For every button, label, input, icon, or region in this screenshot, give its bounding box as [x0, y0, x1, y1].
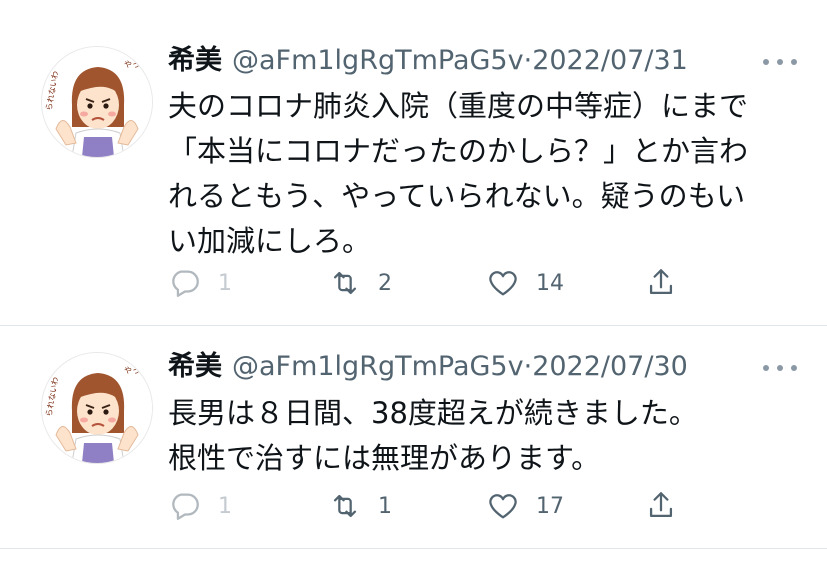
tweet-text-line: い加減にしろ。 [168, 224, 372, 258]
user-handle[interactable]: @aFm1lgRgTmPaG5v [232, 45, 524, 76]
retweet-count: 2 [378, 270, 392, 296]
like-count: 14 [536, 270, 564, 296]
like-button[interactable]: 14 [486, 263, 564, 303]
retweet-arrows-icon [333, 271, 357, 295]
reply-button[interactable]: 1 [168, 486, 232, 526]
user-handle[interactable]: @aFm1lgRgTmPaG5v [232, 351, 524, 382]
separator-dot: · [523, 45, 533, 76]
avatar-illustration: やって られないわ [42, 353, 152, 463]
svg-text:やって: やって [124, 60, 148, 69]
tweet-divider [0, 548, 827, 549]
like-button[interactable]: 17 [486, 486, 564, 526]
avatar-illustration: やって られないわ [42, 47, 152, 157]
retweet-button[interactable]: 2 [328, 263, 392, 303]
like-count: 17 [536, 493, 564, 519]
share-upload-icon [649, 269, 673, 295]
tweet-date[interactable]: 2022/07/30 [532, 351, 688, 382]
retweet-button[interactable]: 1 [328, 486, 392, 526]
tweet-actions: 1 1 17 [168, 486, 788, 526]
display-name[interactable]: 希美 [168, 45, 222, 76]
tweet-text-line: 長男は８日間、38度超えが続きました。 [168, 396, 698, 430]
tweet-header: 希美 @aFm1lgRgTmPaG5v·2022/07/31 [168, 41, 688, 81]
tweet-text: 長男は８日間、38度超えが続きました。 根性で治すには無理があります。 [168, 391, 698, 481]
share-upload-icon [649, 492, 673, 518]
retweet-count: 1 [378, 493, 392, 519]
svg-text:やって: やって [124, 366, 148, 375]
tweet-date[interactable]: 2022/07/31 [532, 45, 688, 76]
tweet-text-line: 根性で治すには無理があります。 [168, 441, 601, 475]
retweet-arrows-icon [333, 494, 357, 518]
display-name[interactable]: 希美 [168, 351, 222, 382]
tweet-2[interactable]: やって られないわ 希美 @aFm1lgRgTmPaG5v·2022/07/30 … [0, 326, 827, 548]
tweet-actions: 1 2 14 [168, 263, 788, 303]
reply-bubble-icon [172, 270, 199, 297]
share-button[interactable] [644, 486, 678, 526]
tweet-text-line: れるともう、やっていられない。疑うのもい [168, 179, 746, 213]
share-button[interactable] [644, 263, 678, 303]
tweet-header: 希美 @aFm1lgRgTmPaG5v·2022/07/30 [168, 347, 688, 387]
more-dots-icon[interactable] [763, 362, 797, 374]
avatar[interactable]: やって られないわ [41, 352, 153, 464]
reply-count: 1 [218, 493, 232, 519]
reply-count: 1 [218, 270, 232, 296]
reply-button[interactable]: 1 [168, 263, 232, 303]
heart-outline-icon [489, 271, 517, 296]
reply-bubble-icon [172, 493, 199, 520]
avatar[interactable]: やって られないわ [41, 46, 153, 158]
separator-dot: · [523, 351, 533, 382]
tweet-1[interactable]: やって られないわ 希美 @aFm1lgRgTmPaG5v·2022/07/31 … [0, 0, 827, 325]
tweet-text-line: 「本当にコロナだったのかしら？」とか言わ [168, 134, 749, 168]
heart-outline-icon [489, 494, 517, 519]
tweet-text-line: 夫のコロナ肺炎入院（重度の中等症）にまで [168, 89, 749, 123]
more-dots-icon[interactable] [763, 56, 797, 68]
tweet-text: 夫のコロナ肺炎入院（重度の中等症）にまで 「本当にコロナだったのかしら？」とか言… [168, 84, 748, 264]
